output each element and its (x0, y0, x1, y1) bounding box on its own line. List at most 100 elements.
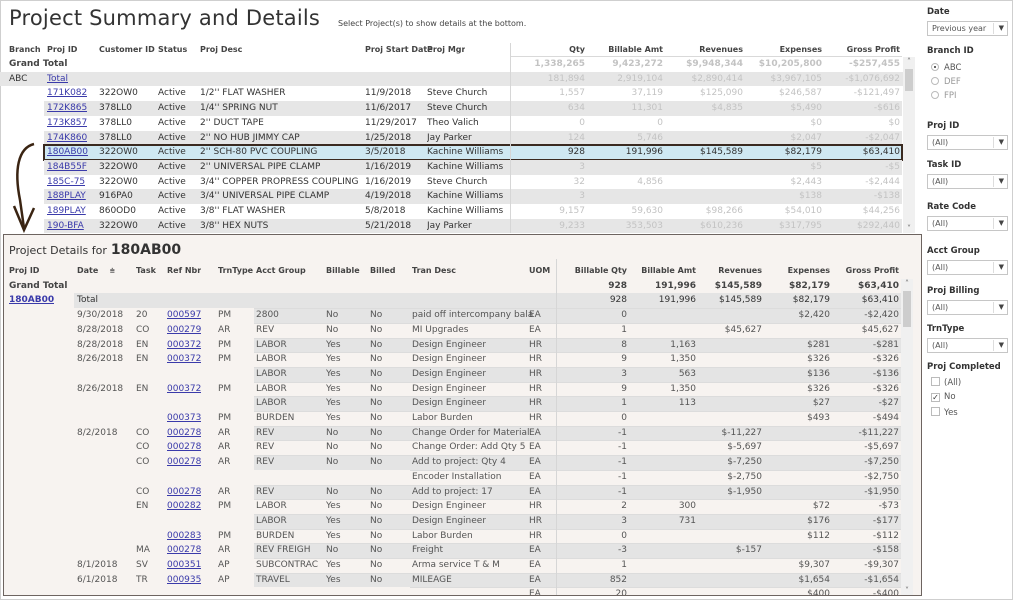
detail-row[interactable]: EN 000282 PM LABOR Yes No Design Engineer HR 2 30… (4, 499, 908, 514)
col-proj-mgr[interactable]: Proj Mgr (427, 43, 465, 58)
detail-row[interactable]: Encoder Installation EA -1 $-2,750 -$2,750 (4, 469, 908, 485)
detail-ref-nbr-link[interactable]: 000597 (167, 308, 201, 323)
col-proj-id[interactable]: Proj ID (47, 43, 77, 58)
detail-ref-nbr-link[interactable]: 000278 (167, 426, 201, 441)
details-scrollbar[interactable]: ˄ ˅ (901, 279, 913, 595)
detail-row[interactable]: LABOR Yes No Design Engineer HR 1 113 $27 -$27 (4, 396, 908, 411)
details-proj-id-link[interactable]: 180AB00 (9, 293, 54, 308)
branch-radio-def[interactable]: DEF (931, 77, 961, 87)
detail-row[interactable]: 8/28/2018 EN 000372 PM LABOR Yes No Design Engi… (4, 337, 908, 353)
dcol-billed[interactable]: Billed (370, 264, 395, 279)
branch-radio-fpi[interactable]: FPI (931, 91, 957, 101)
filter-trntype-select[interactable]: (All) ▼ (927, 338, 1008, 353)
col-status[interactable]: Status (158, 43, 187, 58)
caret-down-icon[interactable]: ▼ (999, 22, 1004, 35)
detail-row[interactable]: CO 000278 AR REV No No Add to project: 17 EA -1 $… (4, 484, 908, 500)
detail-row[interactable]: 8/26/2018 EN 000372 PM LABOR Yes No Design Engi… (4, 352, 908, 367)
summary-row[interactable]: 185C-75 322OW0 Active 3/4'' COPPER PROPRESS… (44, 175, 902, 190)
detail-row[interactable]: LABOR Yes No Design Engineer HR 3 563 $136 -$136 (4, 366, 908, 382)
detail-ref-nbr-link[interactable]: 000372 (167, 352, 201, 367)
dcol-revenues[interactable]: Revenues (696, 264, 762, 279)
caret-down-icon[interactable]: ▼ (999, 175, 1004, 188)
summary-proj-id-link[interactable]: 185C-75 (47, 175, 85, 190)
proj-completed-yes-checkbox[interactable]: Yes (931, 407, 958, 418)
detail-row[interactable]: 8/26/2018 EN 000372 PM LABOR Yes No Design Engi… (4, 381, 908, 397)
detail-row[interactable]: 000283 PM BURDEN Yes No Labor Burden HR 0 $112 -$… (4, 528, 908, 544)
dcol-acct-group[interactable]: Acct Group (256, 264, 306, 279)
dcol-gross-profit[interactable]: Gross Profit (830, 264, 899, 279)
detail-row[interactable]: MA 000278 AR REV FREIGH No No Freight EA -3 $-157… (4, 543, 908, 558)
col-proj-desc[interactable]: Proj Desc (200, 43, 242, 58)
detail-ref-nbr-link[interactable]: 000278 (167, 455, 201, 470)
filter-proj-billing-select[interactable]: (All) ▼ (927, 300, 1008, 315)
sort-icon[interactable]: ⩧ (110, 264, 115, 279)
detail-ref-nbr-link[interactable]: 000372 (167, 338, 201, 353)
detail-row[interactable]: 8/1/2018 SV 000351 AP SUBCONTRAC Yes No Arma se… (4, 558, 908, 573)
detail-row[interactable]: EA 20 $400 -$400 (4, 587, 908, 595)
detail-ref-nbr-link[interactable]: 000278 (167, 543, 201, 558)
detail-row[interactable]: 9/30/2018 20 000597 PM 2800 No No paid off inte… (4, 308, 908, 323)
detail-ref-nbr-link[interactable]: 000279 (167, 323, 201, 338)
detail-row[interactable]: LABOR Yes No Design Engineer HR 3 731 $176 -$177 (4, 513, 908, 529)
summary-row[interactable]: 174K860 378LL0 Active 2'' NO HUB JIMMY CAP 1… (44, 130, 902, 146)
chevron-down-icon[interactable]: ˅ (903, 224, 915, 233)
summary-scrollbar[interactable]: ˄ ˅ (903, 57, 915, 233)
caret-down-icon[interactable]: ▼ (999, 301, 1004, 314)
filter-task-id-select[interactable]: (All) ▼ (927, 174, 1008, 189)
chevron-up-icon[interactable]: ˄ (901, 279, 913, 288)
summary-proj-id-link[interactable]: 184B55F (47, 160, 87, 175)
caret-down-icon[interactable]: ▼ (999, 217, 1004, 230)
dcol-uom[interactable]: UOM (529, 264, 550, 279)
summary-proj-id-link[interactable]: 188PLAY (47, 189, 86, 204)
summary-proj-id-link[interactable]: 173K857 (47, 116, 87, 131)
detail-ref-nbr-link[interactable]: 000278 (167, 485, 201, 500)
summary-row[interactable]: 172K865 378LL0 Active 1/4'' SPRING NUT 11/6/… (44, 101, 902, 116)
dcol-ref-nbr[interactable]: Ref Nbr (167, 264, 201, 279)
dcol-proj-id[interactable]: Proj ID (9, 264, 39, 279)
caret-down-icon[interactable]: ▼ (999, 136, 1004, 149)
detail-ref-nbr-link[interactable]: 000935 (167, 573, 201, 588)
col-branch[interactable]: Branch (9, 43, 41, 58)
detail-ref-nbr-link[interactable]: 000278 (167, 440, 201, 455)
dcol-billable[interactable]: Billable (326, 264, 360, 279)
filter-proj-id-select[interactable]: (All) ▼ (927, 135, 1008, 150)
summary-proj-id-link[interactable]: 190-BFA (47, 219, 84, 234)
detail-row[interactable]: CO 000278 AR REV No No Add to project: Qty 4 EA… (4, 455, 908, 470)
detail-ref-nbr-link[interactable]: 000372 (167, 382, 201, 397)
dcol-tran-desc[interactable]: Tran Desc (412, 264, 456, 279)
summary-proj-id-link[interactable]: 174K860 (47, 131, 87, 146)
detail-row[interactable]: 000373 PM BURDEN Yes No Labor Burden HR 0 $493 -$… (4, 411, 908, 426)
branch-total-link[interactable]: Total (47, 72, 68, 87)
summary-row[interactable]: 188PLAY 916PA0 Active 3/4'' UNIVERSAL PIPE … (44, 189, 902, 204)
dcol-date[interactable]: Date (77, 264, 98, 279)
summary-proj-id-link[interactable]: 180AB00 (47, 145, 88, 160)
proj-completed-all-checkbox[interactable]: (All) (931, 377, 961, 388)
chevron-down-icon[interactable]: ˅ (901, 586, 913, 595)
col-customer-id[interactable]: Customer ID (99, 43, 155, 58)
summary-proj-id-link[interactable]: 172K865 (47, 101, 87, 116)
dcol-expenses[interactable]: Expenses (762, 264, 830, 279)
filter-rate-code-select[interactable]: (All) ▼ (927, 216, 1008, 231)
summary-row[interactable]: 184B55F 322OW0 Active 2'' UNIVERSAL PIPE CL… (44, 159, 902, 175)
summary-scroll-thumb[interactable] (905, 69, 913, 91)
dcol-billable-amt[interactable]: Billable Amt (627, 264, 696, 279)
detail-ref-nbr-link[interactable]: 000373 (167, 411, 201, 426)
col-proj-start-date[interactable]: Proj Start Date (365, 43, 433, 58)
details-scroll-thumb[interactable] (903, 291, 911, 327)
detail-row[interactable]: 8/2/2018 CO 000278 AR REV No No Change Order fo… (4, 425, 908, 441)
dcol-trntype[interactable]: TrnType (218, 264, 253, 279)
filter-date-select[interactable]: Previous year ▼ (927, 21, 1008, 36)
filter-acct-group-select[interactable]: (All) ▼ (927, 260, 1008, 275)
summary-proj-id-link[interactable]: 171K082 (47, 86, 87, 101)
summary-row[interactable]: 173K857 378LL0 Active 2'' DUCT TAPE 11/29/20… (44, 116, 902, 131)
dcol-task[interactable]: Task (136, 264, 156, 279)
detail-row[interactable]: 6/1/2018 TR 000935 AP TRAVEL Yes No MILEAGE EA 85… (4, 572, 908, 588)
proj-completed-no-checkbox[interactable]: ✓ No (931, 392, 956, 402)
summary-row-selected[interactable]: 180AB00 322OW0 Active 2'' SCH-80 PVC COUPLI… (43, 144, 903, 161)
summary-proj-id-link[interactable]: 189PLAY (47, 204, 86, 219)
caret-down-icon[interactable]: ▼ (999, 339, 1004, 352)
dcol-billable-qty[interactable]: Billable Qty (556, 264, 627, 279)
detail-row[interactable]: CO 000278 AR REV No No Change Order: Add Qty 5… (4, 440, 908, 455)
summary-row[interactable]: 189PLAY 860OD0 Active 3/8'' FLAT WASHER 5/8/… (44, 204, 902, 219)
summary-row[interactable]: 190-BFA 322OW0 Active 3/8'' HEX NUTS 5/21/20… (44, 218, 902, 234)
